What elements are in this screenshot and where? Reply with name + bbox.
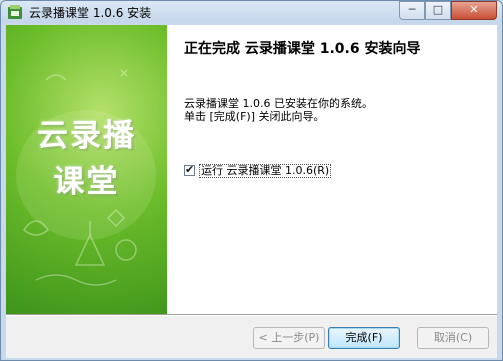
banner-logo-line1: 云录播 — [37, 118, 136, 154]
banner-logo-line2: 课堂 — [53, 164, 120, 200]
wizard-content-pane: 正在完成 云录播课堂 1.0.6 安装向导 云录播课堂 1.0.6 已安装在你的… — [167, 25, 497, 314]
close-button[interactable]: ✕ — [451, 1, 497, 20]
back-button[interactable]: < 上一步(P) — [253, 327, 325, 349]
run-app-checkbox[interactable]: ✔ — [184, 163, 195, 176]
checkmark-icon: ✔ — [185, 163, 195, 176]
page-title: 正在完成 云录播课堂 1.0.6 安装向导 — [184, 41, 421, 57]
title-bar[interactable]: 云录播课堂 1.0.6 安装 ─ □ ✕ — [1, 1, 502, 23]
wizard-client-area: 云录播 课堂 正在完成 云录播课堂 1.0.6 安装向导 云录播课堂 1.0.6… — [6, 25, 497, 358]
completion-message-line2: 单击 [完成(F)] 关闭此向导。 — [184, 110, 325, 123]
wizard-side-banner: 云录播 课堂 — [6, 25, 167, 314]
installer-window: 云录播课堂 1.0.6 安装 ─ □ ✕ 云录播 课堂 正在完成 云录播课堂 1… — [0, 0, 503, 361]
window-title: 云录播课堂 1.0.6 安装 — [29, 6, 152, 20]
installer-app-icon — [8, 5, 22, 19]
run-app-label[interactable]: 运行 云录播课堂 1.0.6(R) — [199, 164, 332, 178]
finish-button[interactable]: 完成(F) — [328, 327, 400, 349]
cancel-button[interactable]: 取消(C) — [417, 327, 489, 349]
minimize-button[interactable]: ─ — [399, 1, 425, 20]
maximize-button[interactable]: □ — [425, 1, 451, 20]
banner-logo-text: 云录播 课堂 — [6, 113, 167, 205]
button-bar-separator — [6, 314, 497, 316]
